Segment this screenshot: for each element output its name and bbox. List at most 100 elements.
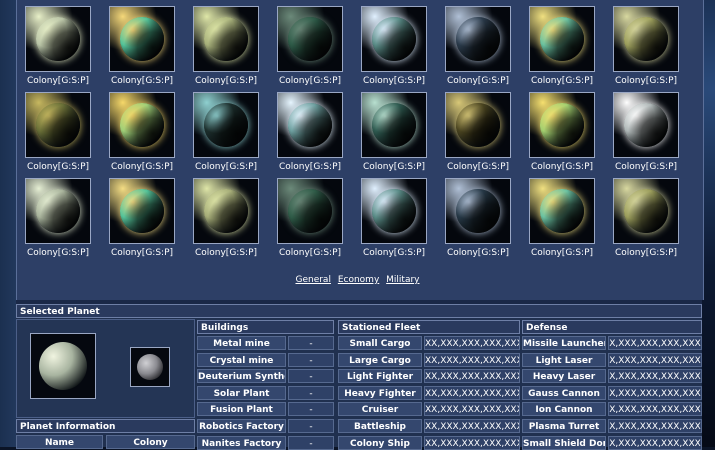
planet-thumbnail[interactable] xyxy=(613,92,679,158)
fleet-ship-name: Large Cargo xyxy=(338,352,422,367)
planet-thumbnail[interactable] xyxy=(109,6,175,72)
colony-cell[interactable]: Colony[G:S:P] xyxy=(184,6,268,90)
colony-cell[interactable]: Colony[G:S:P] xyxy=(520,6,604,90)
colony-caption[interactable]: Colony[G:S:P] xyxy=(436,76,520,86)
colony-cell[interactable]: Colony[G:S:P] xyxy=(268,178,352,262)
planet-thumbnail[interactable] xyxy=(613,178,679,244)
planet-thumbnail[interactable] xyxy=(361,178,427,244)
colony-caption[interactable]: Colony[G:S:P] xyxy=(604,162,688,172)
selected-planet-image[interactable] xyxy=(30,333,96,399)
defense-name: Ion Cannon xyxy=(522,402,606,417)
planet-thumbnail[interactable] xyxy=(25,6,91,72)
planet-thumbnail[interactable] xyxy=(193,178,259,244)
colony-caption[interactable]: Colony[G:S:P] xyxy=(604,248,688,258)
colony-cell[interactable]: Colony[G:S:P] xyxy=(100,6,184,90)
colony-cell[interactable]: Colony[G:S:P] xyxy=(184,92,268,176)
fleet-ship-name: Battleship xyxy=(338,419,422,433)
planet-thumbnail[interactable] xyxy=(361,92,427,158)
planet-thumbnail[interactable] xyxy=(25,92,91,158)
fleet-ship-count: XX,XXX,XXX,XXX,XXX xyxy=(424,435,520,450)
colony-caption[interactable]: Colony[G:S:P] xyxy=(16,248,100,258)
planet-thumbnail[interactable] xyxy=(109,92,175,158)
tab-military[interactable]: Military xyxy=(386,275,419,285)
buildings-header: Buildings xyxy=(197,320,334,334)
planet-shadow xyxy=(36,189,80,233)
planet-thumbnail[interactable] xyxy=(193,92,259,158)
colony-caption[interactable]: Colony[G:S:P] xyxy=(352,76,436,86)
colony-caption[interactable]: Colony[G:S:P] xyxy=(100,248,184,258)
colony-cell[interactable]: Colony[G:S:P] xyxy=(16,178,100,262)
colony-caption[interactable]: Colony[G:S:P] xyxy=(16,76,100,86)
colony-caption[interactable]: Colony[G:S:P] xyxy=(436,162,520,172)
colony-cell[interactable]: Colony[G:S:P] xyxy=(16,92,100,176)
colony-caption[interactable]: Colony[G:S:P] xyxy=(16,162,100,172)
planet-thumbnail[interactable] xyxy=(25,178,91,244)
colony-caption[interactable]: Colony[G:S:P] xyxy=(604,76,688,86)
planet-thumbnail[interactable] xyxy=(529,6,595,72)
planet-thumbnail[interactable] xyxy=(445,6,511,72)
planet-thumbnail[interactable] xyxy=(109,178,175,244)
defense-name: Missile Launcher xyxy=(522,336,606,350)
colony-cell[interactable]: Colony[G:S:P] xyxy=(436,178,520,262)
colony-cell[interactable]: Colony[G:S:P] xyxy=(604,178,688,262)
planet-shadow xyxy=(540,189,584,233)
colony-caption[interactable]: Colony[G:S:P] xyxy=(184,162,268,172)
colony-cell[interactable]: Colony[G:S:P] xyxy=(16,6,100,90)
colony-caption[interactable]: Colony[G:S:P] xyxy=(520,162,604,172)
planet-thumbnail[interactable] xyxy=(361,6,427,72)
fleet-ship-name: Light Fighter xyxy=(338,369,422,384)
colony-cell[interactable]: Colony[G:S:P] xyxy=(520,178,604,262)
planet-thumbnail[interactable] xyxy=(193,6,259,72)
colony-cell[interactable]: Colony[G:S:P] xyxy=(352,92,436,176)
colony-caption[interactable]: Colony[G:S:P] xyxy=(100,162,184,172)
planet-thumbnail[interactable] xyxy=(529,92,595,158)
colony-caption[interactable]: Colony[G:S:P] xyxy=(436,248,520,258)
planet-thumbnail[interactable] xyxy=(529,178,595,244)
colony-cell[interactable]: Colony[G:S:P] xyxy=(604,6,688,90)
colony-caption[interactable]: Colony[G:S:P] xyxy=(184,248,268,258)
tab-economy[interactable]: Economy xyxy=(338,275,379,285)
fleet-ship-count: XX,XXX,XXX,XXX,XXX xyxy=(424,419,520,433)
planet-shadow xyxy=(624,103,668,147)
colony-cell[interactable]: Colony[G:S:P] xyxy=(268,6,352,90)
planet-thumbnail[interactable] xyxy=(277,178,343,244)
colony-cell[interactable]: Colony[G:S:P] xyxy=(352,6,436,90)
planet-shadow xyxy=(120,103,164,147)
colony-cell[interactable]: Colony[G:S:P] xyxy=(184,178,268,262)
colony-caption[interactable]: Colony[G:S:P] xyxy=(520,248,604,258)
planet-thumbnail[interactable] xyxy=(445,92,511,158)
colony-caption[interactable]: Colony[G:S:P] xyxy=(268,248,352,258)
building-level: - xyxy=(288,369,334,384)
colony-cell[interactable]: Colony[G:S:P] xyxy=(520,92,604,176)
planet-shadow xyxy=(456,103,500,147)
defense-count: X,XXX,XXX,XXX,XXX xyxy=(608,336,702,350)
fleet-ship-count: XX,XXX,XXX,XXX,XXX xyxy=(424,385,520,400)
colony-cell[interactable]: Colony[G:S:P] xyxy=(268,92,352,176)
colony-cell[interactable]: Colony[G:S:P] xyxy=(436,6,520,90)
planet-info-header: Planet Information xyxy=(16,419,195,433)
planet-shadow xyxy=(372,189,416,233)
planet-thumbnail[interactable] xyxy=(277,92,343,158)
colony-caption[interactable]: Colony[G:S:P] xyxy=(520,76,604,86)
building-name: Nanites Factory xyxy=(197,435,286,450)
colony-caption[interactable]: Colony[G:S:P] xyxy=(268,76,352,86)
colony-caption[interactable]: Colony[G:S:P] xyxy=(100,76,184,86)
planet-thumbnail[interactable] xyxy=(613,6,679,72)
colony-caption[interactable]: Colony[G:S:P] xyxy=(184,76,268,86)
colony-caption[interactable]: Colony[G:S:P] xyxy=(352,162,436,172)
tab-general[interactable]: General xyxy=(295,275,330,285)
colony-cell[interactable]: Colony[G:S:P] xyxy=(100,92,184,176)
colony-caption[interactable]: Colony[G:S:P] xyxy=(268,162,352,172)
planet-shadow xyxy=(540,17,584,61)
colony-cell[interactable]: Colony[G:S:P] xyxy=(604,92,688,176)
planet-shadow xyxy=(120,189,164,233)
planet-thumbnail[interactable] xyxy=(445,178,511,244)
moon-image[interactable] xyxy=(130,347,170,387)
colony-cell[interactable]: Colony[G:S:P] xyxy=(436,92,520,176)
colony-cell[interactable]: Colony[G:S:P] xyxy=(352,178,436,262)
colony-caption[interactable]: Colony[G:S:P] xyxy=(352,248,436,258)
building-level: - xyxy=(288,402,334,417)
planet-shadow xyxy=(36,17,80,61)
planet-thumbnail[interactable] xyxy=(277,6,343,72)
colony-cell[interactable]: Colony[G:S:P] xyxy=(100,178,184,262)
